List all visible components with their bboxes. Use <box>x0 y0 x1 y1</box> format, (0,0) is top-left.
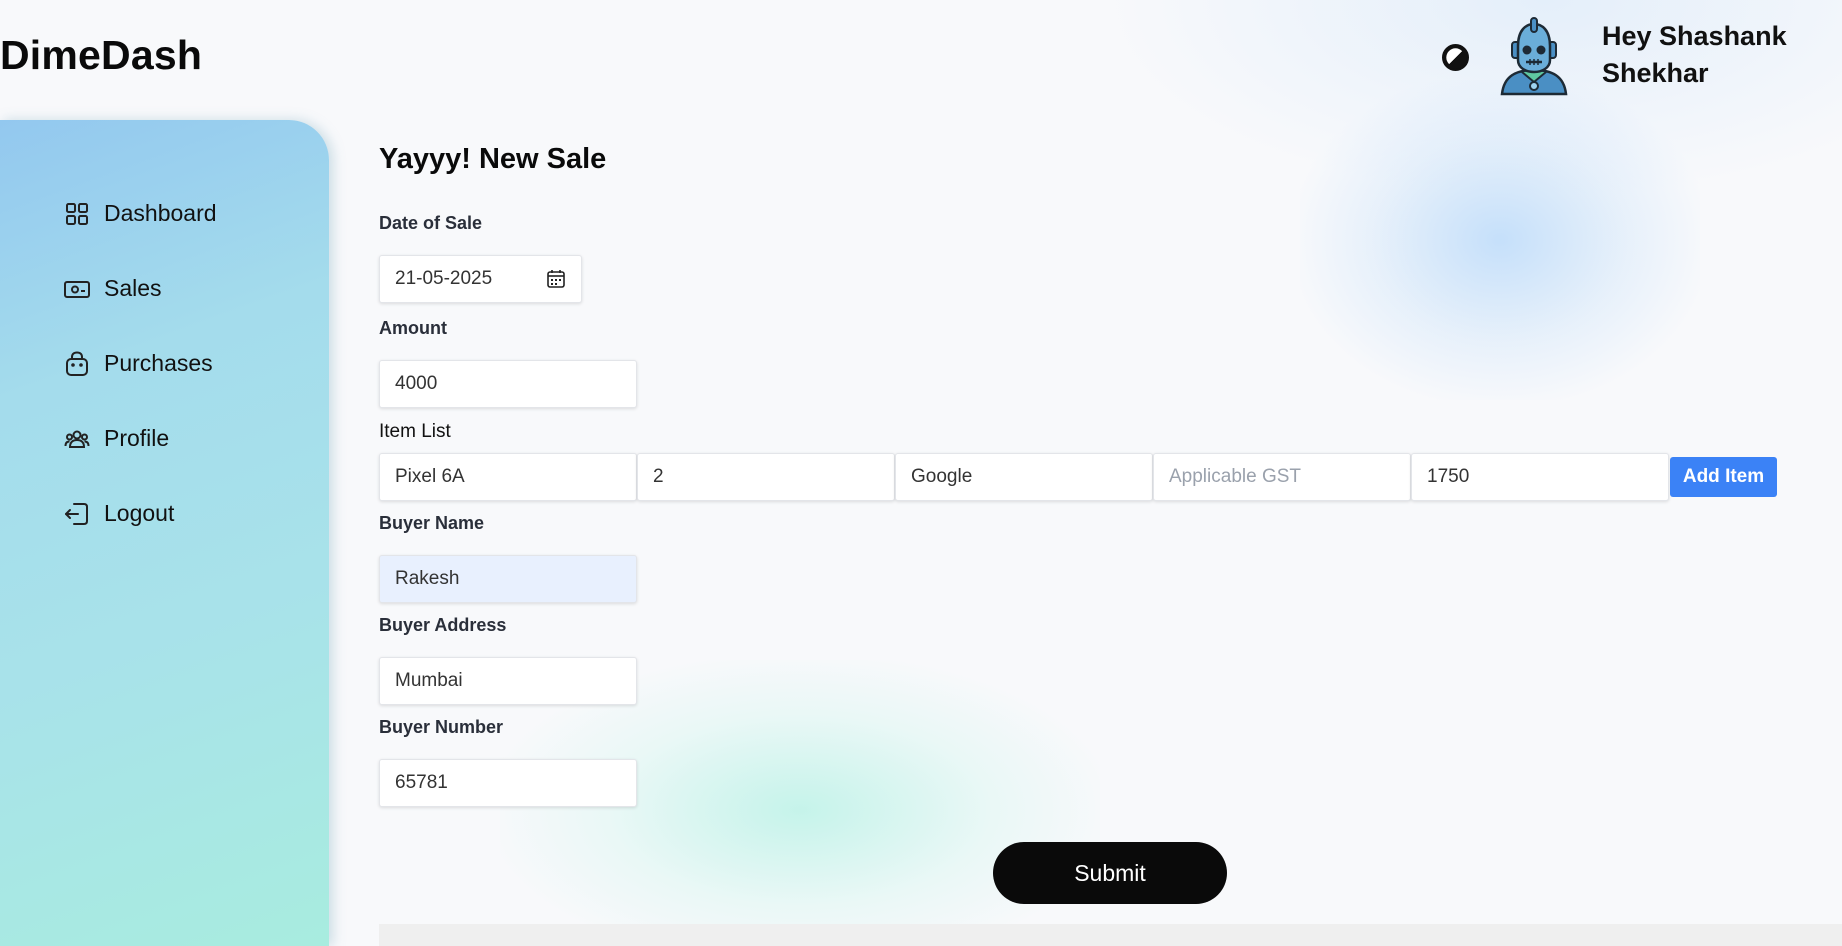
date-value: 21-05-2025 <box>395 268 493 289</box>
sidebar-item-label: Sales <box>104 275 162 301</box>
sidebar-item-purchases[interactable]: Purchases <box>64 350 213 377</box>
buyer-name-label: Buyer Name <box>379 513 485 533</box>
add-item-button[interactable]: Add Item <box>1670 457 1777 497</box>
item-quantity-input[interactable] <box>637 453 895 501</box>
shopping-bag-icon <box>64 350 90 377</box>
sidebar-item-logout[interactable]: Logout <box>64 500 174 527</box>
sidebar-item-sales[interactable]: Sales <box>64 275 162 302</box>
buyer-address-label: Buyer Address <box>379 615 507 635</box>
sidebar-item-label: Purchases <box>104 350 213 376</box>
date-label: Date of Sale <box>379 213 483 233</box>
item-gst-input[interactable] <box>1153 453 1411 501</box>
user-greeting: Hey Shashank Shekhar <box>1602 21 1787 88</box>
date-of-sale-input[interactable]: 21-05-2025 <box>379 255 582 303</box>
item-brand-input[interactable] <box>895 453 1153 501</box>
sidebar: Dashboard Sales Purchases Profile Logout <box>0 120 329 946</box>
submit-button[interactable]: Submit <box>993 842 1227 904</box>
buyer-number-input[interactable] <box>379 759 637 807</box>
sidebar-item-dashboard[interactable]: Dashboard <box>64 200 217 227</box>
page-title: Yayyy! New Sale <box>379 143 607 175</box>
item-list-label: Item List <box>379 421 451 442</box>
brand-logo: DimeDash <box>0 32 203 78</box>
buyer-number-label: Buyer Number <box>379 717 504 737</box>
sidebar-item-label: Logout <box>104 500 175 526</box>
item-price-input[interactable] <box>1411 453 1669 501</box>
item-name-input[interactable] <box>379 453 637 501</box>
users-icon <box>64 426 90 452</box>
theme-toggle-icon[interactable] <box>1442 44 1469 71</box>
amount-label: Amount <box>379 318 447 338</box>
buyer-address-input[interactable] <box>379 657 637 705</box>
sidebar-item-label: Profile <box>104 425 170 451</box>
sidebar-item-profile[interactable]: Profile <box>64 425 169 452</box>
calendar-icon[interactable] <box>546 269 566 289</box>
cash-icon <box>64 276 90 302</box>
logout-icon <box>64 501 90 527</box>
background-glow <box>1300 80 1700 400</box>
amount-input[interactable] <box>379 360 637 408</box>
sidebar-item-label: Dashboard <box>104 200 217 226</box>
buyer-name-input[interactable] <box>379 555 637 603</box>
footer-strip <box>379 924 1842 946</box>
robot-avatar-icon <box>1500 17 1568 96</box>
grid-icon <box>64 201 90 227</box>
